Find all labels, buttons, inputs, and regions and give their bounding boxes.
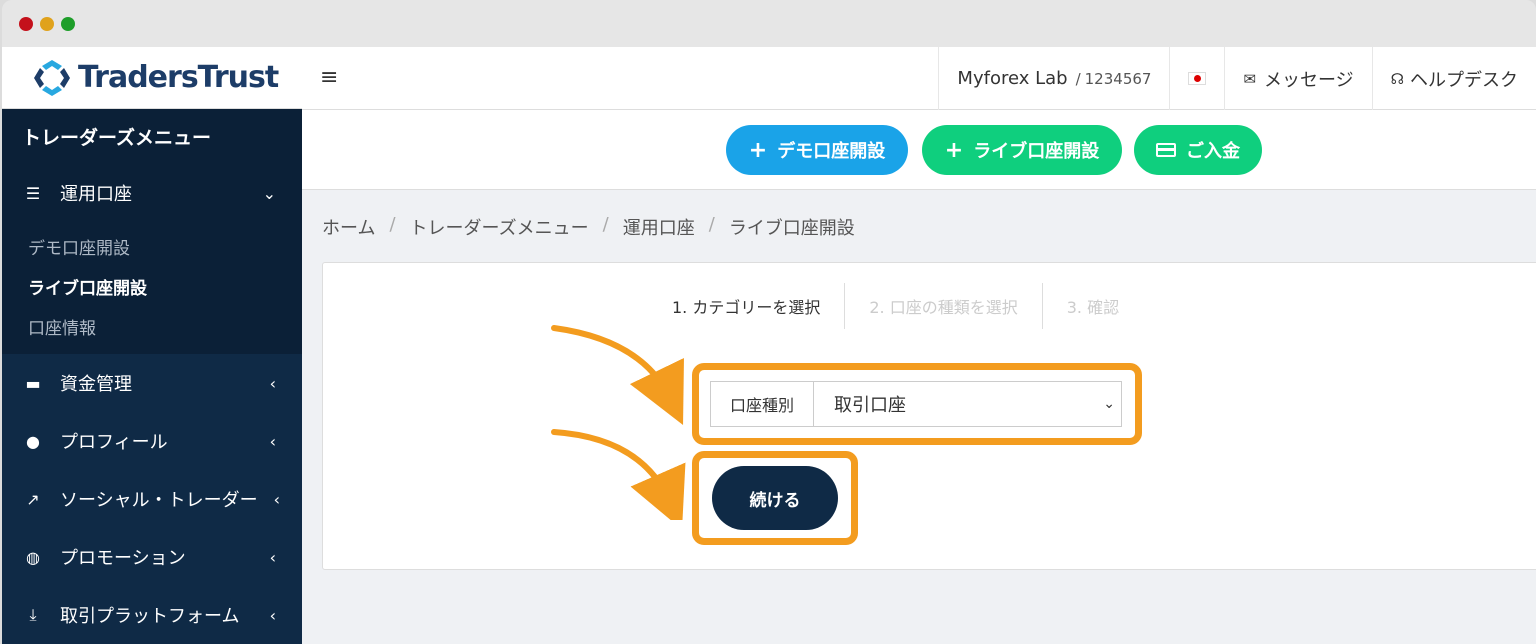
account-separator: / — [1075, 69, 1081, 88]
sidebar-item-platform[interactable]: ⤓ 取引プラットフォーム ‹ — [2, 586, 302, 644]
download-icon: ⤓ — [29, 605, 37, 624]
messages-link[interactable]: ✉ メッセージ — [1224, 47, 1371, 110]
sidebar-item-label: プロフィール — [60, 432, 168, 453]
button-label: ご入金 — [1186, 141, 1240, 162]
open-live-account-button[interactable]: + ライブ口座開設 — [922, 125, 1122, 175]
logo[interactable]: TradersTrust — [2, 47, 302, 109]
sidebar-item-profile[interactable]: ● プロフィール ‹ — [2, 412, 302, 470]
sidebar-item-label: 運用口座 — [60, 184, 132, 205]
headset-icon: ☊ — [1390, 69, 1404, 88]
sidebar-item-accounts[interactable]: ☰ 運用口座 ⌄ — [2, 164, 302, 222]
logo-text: TradersTrust — [78, 60, 279, 95]
breadcrumb-separator: / — [708, 214, 715, 235]
account-switcher[interactable]: Myforex Lab / 1234567 — [938, 47, 1169, 110]
sidebar-item-label: 資金管理 — [60, 374, 132, 395]
browser-window: TradersTrust トレーダーズメニュー ☰ 運用口座 ⌄ デモ口座開設 … — [2, 0, 1536, 644]
japan-flag-icon — [1188, 72, 1207, 85]
window-titlebar — [2, 0, 1536, 47]
minimize-window-dot[interactable] — [40, 17, 54, 31]
step-3: 3. 確認 — [1066, 298, 1120, 317]
breadcrumb-separator: / — [389, 214, 396, 235]
chevron-down-icon: ⌄ — [262, 183, 276, 203]
open-demo-account-button[interactable]: + デモ口座開設 — [726, 125, 908, 175]
sidebar-header: トレーダーズメニュー — [2, 109, 302, 164]
plus-icon: + — [944, 137, 964, 163]
sidebar-item-label: 取引プラットフォーム — [60, 606, 240, 627]
account-id: 1234567 — [1084, 69, 1152, 88]
chevron-left-icon: ‹ — [269, 373, 276, 393]
close-window-dot[interactable] — [19, 17, 33, 31]
sidebar-item-promotion[interactable]: ◍ プロモーション ‹ — [2, 528, 302, 586]
chevron-left-icon: ‹ — [269, 431, 276, 451]
submenu-demo-account[interactable]: デモ口座開設 — [28, 226, 302, 266]
submenu-account-info[interactable]: 口座情報 — [28, 306, 302, 346]
annotation-arrows — [551, 325, 686, 520]
step-2: 2. 口座の種類を選択 — [845, 283, 1043, 329]
step-indicator: 1. カテゴリーを選択 2. 口座の種類を選択 3. 確認 — [648, 283, 1143, 329]
hamburger-icon[interactable]: ≡ — [320, 65, 338, 90]
chevron-down-icon: ⌄ — [1103, 396, 1115, 412]
sidebar: TradersTrust トレーダーズメニュー ☰ 運用口座 ⌄ デモ口座開設 … — [2, 47, 302, 644]
helpdesk-link[interactable]: ☊ ヘルプデスク — [1371, 47, 1536, 110]
sidebar-item-label: プロモーション — [60, 548, 186, 569]
account-type-select[interactable]: 口座種別 取引口座 ⌄ — [710, 381, 1122, 427]
sidebar-submenu: デモ口座開設 ライブ口座開設 口座情報 — [2, 222, 302, 354]
chevron-left-icon: ‹ — [269, 605, 276, 625]
messages-label: メッセージ — [1264, 69, 1354, 91]
globe-icon: ◍ — [26, 547, 40, 567]
plus-icon: + — [748, 137, 768, 163]
submenu-live-account[interactable]: ライブ口座開設 — [28, 266, 302, 306]
selected-value: 取引口座 — [834, 395, 906, 416]
chevron-left-icon: ‹ — [269, 547, 276, 567]
chart-icon: ↗ — [26, 489, 40, 509]
breadcrumb-current: ライブ口座開設 — [728, 218, 855, 239]
credit-card-icon — [1156, 143, 1176, 157]
language-selector[interactable] — [1169, 47, 1224, 110]
deposit-button[interactable]: ご入金 — [1134, 125, 1262, 175]
action-bar: + デモ口座開設 + ライブ口座開設 ご入金 — [302, 110, 1536, 190]
account-name: Myforex Lab — [957, 68, 1068, 89]
sidebar-item-label: ソーシャル・トレーダー — [60, 490, 258, 511]
user-icon: ● — [26, 431, 40, 451]
top-nav: Myforex Lab / 1234567 ✉ メッセージ ☊ ヘルプデスク — [938, 47, 1536, 110]
button-label: ライブ口座開設 — [973, 141, 1100, 162]
continue-button[interactable]: 続ける — [712, 466, 838, 530]
sidebar-item-funds[interactable]: ▬ 資金管理 ‹ — [2, 354, 302, 412]
maximize-window-dot[interactable] — [61, 17, 75, 31]
logo-mark-icon — [32, 58, 72, 98]
helpdesk-label: ヘルプデスク — [1410, 69, 1518, 91]
sidebar-item-social[interactable]: ↗ ソーシャル・トレーダー ‹ — [2, 470, 302, 528]
breadcrumb-traders-menu[interactable]: トレーダーズメニュー — [410, 214, 589, 240]
chevron-left-icon: ‹ — [273, 489, 280, 509]
wallet-icon: ▬ — [25, 373, 41, 393]
list-icon: ☰ — [25, 183, 41, 203]
envelope-icon: ✉ — [1243, 69, 1257, 88]
account-type-value[interactable]: 取引口座 ⌄ — [814, 382, 1121, 426]
button-label: デモ口座開設 — [777, 141, 886, 162]
breadcrumb-separator: / — [602, 214, 609, 235]
breadcrumb-accounts[interactable]: 運用口座 — [623, 214, 695, 240]
breadcrumb-home[interactable]: ホーム — [322, 214, 375, 240]
account-type-label: 口座種別 — [711, 382, 814, 426]
top-navbar: ≡ Myforex Lab / 1234567 ✉ メッセージ ☊ ヘルプデスク — [302, 47, 1536, 110]
breadcrumb: ホーム / トレーダーズメニュー / 運用口座 / ライブ口座開設 — [322, 214, 855, 240]
